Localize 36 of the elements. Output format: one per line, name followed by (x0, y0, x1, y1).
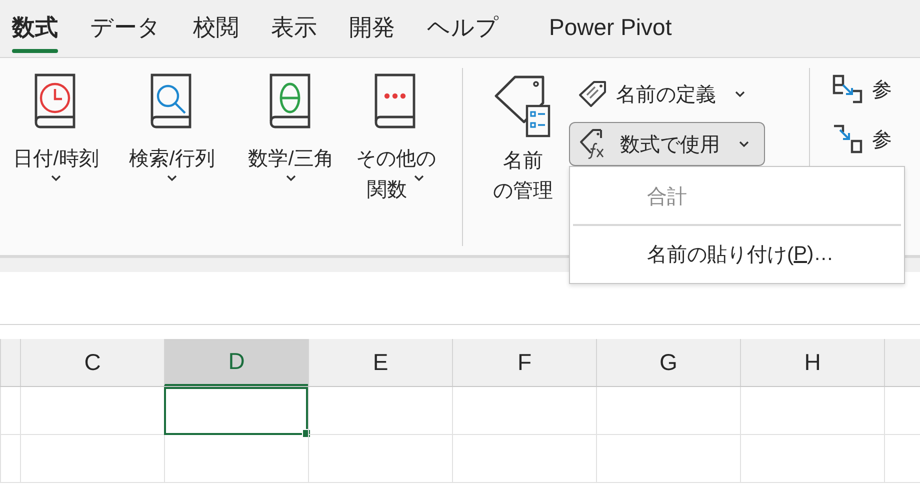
clock-book-icon (34, 72, 78, 130)
name-manager-button[interactable]: 名前 の管理 (485, 72, 561, 206)
caret-icon (738, 140, 750, 148)
trace-button[interactable]: 参 (832, 124, 892, 154)
ribbon-tab[interactable]: 校閲 (193, 6, 257, 51)
caret-icon (734, 90, 746, 98)
function-category-button[interactable]: 数学/三角 (232, 72, 350, 204)
striped-tag-icon (578, 80, 608, 108)
trace-arrow-icon (832, 124, 864, 154)
function-category-button[interactable]: その他の 関数 (350, 72, 442, 204)
trace-button[interactable]: 参 (832, 74, 892, 104)
column-header[interactable]: F (452, 339, 596, 386)
dots-book-icon (374, 72, 418, 130)
ribbon-tab[interactable]: データ (90, 6, 179, 51)
trace-arrow-icon (832, 74, 864, 104)
ribbon-tab[interactable]: 表示 (271, 6, 335, 51)
ribbon-tab[interactable]: ヘルプ (427, 6, 517, 51)
caret-icon (166, 174, 178, 182)
name-command-button[interactable]: 名前の定義 (569, 72, 761, 116)
caret-icon (50, 174, 62, 182)
column-header[interactable]: G (596, 339, 740, 386)
ribbon-tab[interactable]: 開発 (349, 6, 413, 51)
ribbon-tab[interactable]: 数式 (12, 6, 76, 51)
ribbon-tab[interactable]: Power Pivot (549, 8, 690, 49)
function-category-button[interactable]: 検索/行列 (112, 72, 232, 204)
column-header[interactable]: D (164, 339, 308, 386)
caret-icon (412, 174, 425, 182)
caret-icon (285, 174, 297, 182)
theta-book-icon (269, 72, 313, 130)
menu-item[interactable]: 名前の貼り付け(P)… (573, 228, 901, 280)
column-header[interactable]: E (308, 339, 452, 386)
name-command-button[interactable]: 数式で使用 (569, 122, 765, 166)
magnifier-book-icon (150, 72, 194, 130)
sheet-cell[interactable] (164, 387, 308, 435)
column-header[interactable]: H (740, 339, 884, 386)
function-category-button[interactable]: 日付/時刻 (0, 72, 112, 204)
